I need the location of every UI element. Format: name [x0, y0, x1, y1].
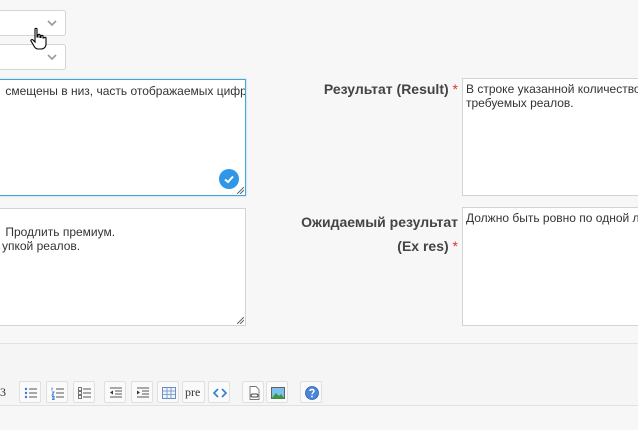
indent-button[interactable]: [131, 381, 153, 403]
table-button[interactable]: [157, 381, 179, 403]
checklist-icon: [78, 387, 91, 399]
code-button[interactable]: [208, 381, 230, 403]
help-icon: [305, 386, 319, 400]
pre-label: pre: [185, 385, 201, 399]
hand-pointer-icon: [30, 27, 47, 50]
table-icon: [162, 387, 176, 399]
expected-label-line1: Ожидаемый результат: [301, 214, 458, 230]
link-icon: [249, 386, 260, 400]
numbered-list-button[interactable]: [46, 381, 68, 403]
chevron-down-icon: [47, 20, 57, 27]
resize-handle-icon[interactable]: [237, 317, 244, 324]
heading-button-fragment[interactable]: 3: [0, 381, 8, 403]
indent-icon: [137, 387, 149, 398]
bullet-list-icon: [24, 387, 37, 399]
outdent-icon: [110, 387, 122, 398]
result-label-text: Результат (Result): [323, 81, 449, 97]
outdent-button[interactable]: [104, 381, 126, 403]
resize-handle-icon[interactable]: [237, 187, 244, 194]
expected-result-label: Ожидаемый результат (Ex res) *: [270, 210, 458, 258]
checklist-button[interactable]: [73, 381, 95, 403]
code-icon: [212, 388, 228, 398]
checkmark-icon: [224, 175, 234, 184]
result-textarea[interactable]: В строке указанной количество требуемых …: [462, 78, 638, 196]
image-button[interactable]: [266, 381, 288, 403]
description-textarea[interactable]: смещены в низ, часть отображаемых цифр: [0, 79, 246, 196]
image-icon: [271, 387, 285, 399]
valid-check-badge: [219, 169, 239, 189]
expected-label-line2: (Ex res): [397, 238, 449, 254]
link-button[interactable]: [242, 381, 264, 403]
help-button[interactable]: [300, 381, 322, 403]
expected-result-textarea[interactable]: Должно быть ровно по одной л: [462, 207, 638, 326]
steps-textarea[interactable]: Продлить премиум. упкой реалов.: [0, 208, 246, 326]
divider: [0, 405, 638, 406]
bullet-list-button[interactable]: [19, 381, 41, 403]
preformatted-button[interactable]: pre: [182, 381, 205, 403]
result-label: Результат (Result) *: [290, 81, 458, 97]
chevron-down-icon: [47, 54, 57, 61]
required-marker: *: [452, 238, 458, 254]
numbered-list-icon: [51, 387, 64, 400]
required-marker: *: [452, 81, 458, 97]
